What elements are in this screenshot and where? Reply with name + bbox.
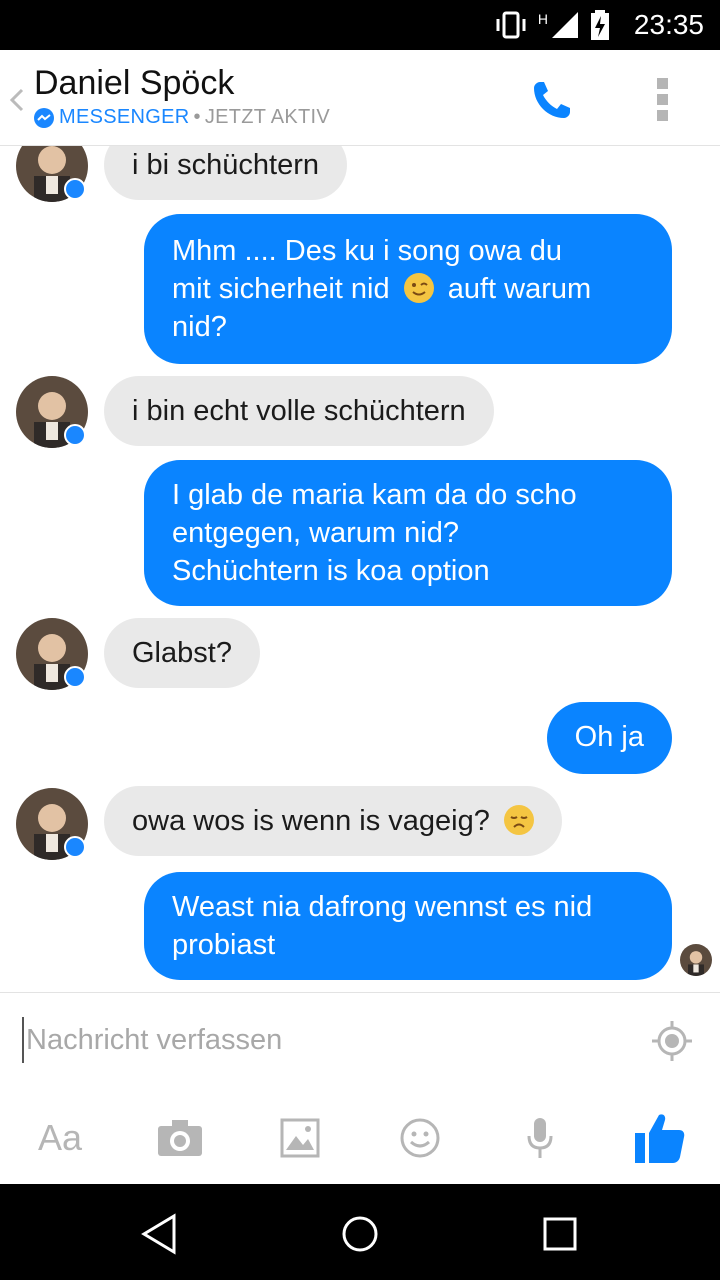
message-line: Mhm .... Des ku i song owa du [172, 235, 563, 267]
message-line: nid? [172, 311, 227, 343]
messenger-badge-icon [64, 666, 86, 688]
message-text: owa wos is wenn is vageig? [132, 805, 490, 837]
system-navigation-bar [0, 1184, 720, 1280]
emoji-button[interactable] [390, 1103, 450, 1173]
battery-charging-icon [591, 10, 609, 40]
camera-icon [158, 1120, 202, 1156]
message-line-with-emoji: mit sicherheit nid auft warum [172, 270, 644, 308]
thumbs-up-icon [635, 1114, 685, 1163]
message-line: mit sicherheit nid [172, 273, 390, 305]
compose-toolbar: Aa [0, 1103, 720, 1173]
disappointed-face-emoji-icon [503, 805, 534, 835]
nav-home-icon[interactable] [338, 1212, 382, 1256]
separator-dot: • [193, 106, 201, 128]
message-bubble-incoming[interactable]: Glabst? [104, 618, 260, 688]
message-line: auft warum [447, 273, 592, 305]
message-list[interactable]: i bi schüchtern Mhm .... Des ku i song o… [0, 146, 720, 992]
compose-area: Aa [0, 992, 720, 1184]
message-bubble-incoming[interactable]: i bi schüchtern [104, 146, 347, 200]
signal-icon [552, 12, 578, 38]
phone-call-icon[interactable] [528, 76, 576, 124]
contact-subtitle: MESSENGER • JETZT AKTIV [34, 106, 330, 129]
message-bubble-incoming[interactable]: owa wos is wenn is vageig? [104, 786, 562, 856]
messenger-badge-icon [64, 836, 86, 858]
messenger-badge-icon [64, 178, 86, 200]
message-line: Schüchtern is koa option [172, 555, 490, 587]
network-type-label: H [537, 11, 548, 27]
back-arrow-icon[interactable] [6, 80, 28, 120]
nav-back-icon[interactable] [138, 1212, 182, 1256]
smiley-icon [400, 1118, 440, 1158]
nav-recents-icon[interactable] [538, 1212, 582, 1256]
vibrate-icon [496, 11, 526, 39]
message-line: probiast [172, 929, 276, 961]
gallery-button[interactable] [270, 1103, 330, 1173]
winking-face-emoji-icon [403, 273, 434, 303]
message-line: entgegen, warum nid? [172, 517, 459, 549]
clock: 23:35 [633, 9, 704, 40]
messenger-icon [34, 107, 54, 128]
message-bubble-outgoing[interactable]: Oh ja [546, 702, 672, 774]
status-icons: H [494, 10, 610, 40]
camera-button[interactable] [150, 1103, 210, 1173]
message-line: Weast nia dafrong wennst es nid [172, 891, 593, 923]
contact-name[interactable]: Daniel Spöck [34, 64, 234, 103]
seen-receipt-avatar [680, 944, 712, 976]
conversation-header: Daniel Spöck MESSENGER • JETZT AKTIV [0, 50, 720, 146]
like-button[interactable] [630, 1103, 690, 1173]
location-icon[interactable] [650, 1019, 694, 1063]
message-bubble-outgoing[interactable]: Mhm .... Des ku i song owa du mit sicher… [144, 214, 672, 364]
message-line: I glab de maria kam da do scho [172, 479, 577, 511]
messenger-badge-icon [64, 424, 86, 446]
active-status: JETZT AKTIV [204, 106, 331, 128]
microphone-icon [527, 1118, 553, 1158]
message-input[interactable] [22, 1017, 622, 1063]
text-format-button[interactable]: Aa [30, 1103, 90, 1173]
message-bubble-outgoing[interactable]: I glab de maria kam da do scho entgegen,… [144, 460, 672, 606]
image-icon [280, 1118, 320, 1158]
voice-button[interactable] [510, 1103, 570, 1173]
status-bar: H 23:35 [0, 0, 720, 50]
message-bubble-incoming[interactable]: i bin echt volle schüchtern [104, 376, 494, 446]
message-bubble-outgoing[interactable]: Weast nia dafrong wennst es nid probiast [144, 872, 672, 980]
more-options-icon[interactable] [648, 76, 678, 124]
service-label: MESSENGER [59, 106, 190, 128]
text-format-label: Aa [37, 1117, 83, 1158]
